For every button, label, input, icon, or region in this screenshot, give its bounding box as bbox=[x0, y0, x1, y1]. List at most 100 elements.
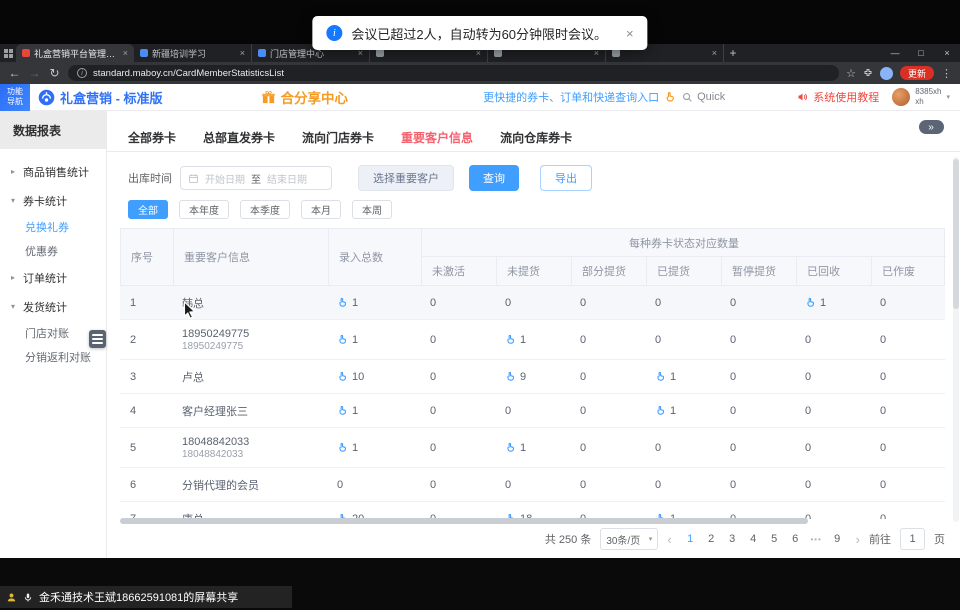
count-value: 0 bbox=[880, 479, 886, 491]
toast-text: 会议已超过2人，自动转为60分钟限时会议。 bbox=[351, 24, 607, 43]
tab-title: 礼盒营销平台管理中心 bbox=[34, 47, 119, 60]
sidebar-item[interactable]: ▾发货统计 bbox=[0, 292, 106, 321]
content-tab[interactable]: 重要客户信息 bbox=[401, 129, 473, 146]
tab-grid-icon[interactable] bbox=[0, 44, 16, 62]
page-number[interactable]: 5 bbox=[765, 529, 784, 549]
date-range-input[interactable]: 开始日期 至 结束日期 bbox=[180, 166, 332, 190]
page-number[interactable]: 6 bbox=[786, 529, 805, 549]
cell-total: 1 bbox=[327, 405, 420, 417]
bookmark-star-icon[interactable]: ☆ bbox=[846, 67, 856, 80]
next-page-button[interactable]: › bbox=[856, 532, 860, 547]
megaphone-icon bbox=[797, 91, 809, 103]
count-hand-icon[interactable] bbox=[505, 442, 516, 453]
forward-icon[interactable]: → bbox=[28, 66, 41, 80]
quick-filter-chip[interactable]: 本年度 bbox=[179, 200, 229, 219]
content-tab[interactable]: 流向门店券卡 bbox=[302, 129, 374, 146]
function-nav-toggle[interactable]: 功能 导航 bbox=[0, 84, 30, 111]
count-value: 0 bbox=[580, 442, 586, 454]
back-icon[interactable]: ← bbox=[8, 66, 21, 80]
vertical-scrollbar[interactable] bbox=[953, 157, 959, 522]
url-bar[interactable]: i standard.maboy.cn/CardMemberStatistics… bbox=[68, 65, 839, 81]
count-hand-icon[interactable] bbox=[337, 371, 348, 382]
window-close-button[interactable]: × bbox=[934, 44, 960, 62]
search-button[interactable]: 查询 bbox=[469, 165, 519, 191]
share-center-link[interactable]: 合分享中心 bbox=[261, 87, 349, 107]
count-hand-icon[interactable] bbox=[805, 297, 816, 308]
cell-status: 0 bbox=[870, 371, 945, 383]
count-value: 0 bbox=[337, 479, 343, 491]
count-hand-icon[interactable] bbox=[337, 442, 348, 453]
tab-close-icon[interactable]: × bbox=[123, 48, 128, 58]
maximize-button[interactable]: □ bbox=[908, 44, 934, 62]
count-hand-icon[interactable] bbox=[337, 405, 348, 416]
new-tab-button[interactable]: + bbox=[724, 44, 742, 62]
count-hand-icon[interactable] bbox=[505, 334, 516, 345]
select-customer-button[interactable]: 选择重要客户 bbox=[358, 165, 454, 191]
quick-filter-chip[interactable]: 全部 bbox=[128, 200, 168, 219]
count-hand-icon[interactable] bbox=[655, 405, 666, 416]
v-scrollbar-thumb[interactable] bbox=[953, 159, 959, 309]
page-number[interactable]: 3 bbox=[723, 529, 742, 549]
cell-total: 10 bbox=[327, 371, 420, 383]
horizontal-scrollbar[interactable] bbox=[120, 517, 945, 525]
collapse-panel-button[interactable]: » bbox=[919, 120, 944, 134]
table-header-status: 已提货 bbox=[646, 257, 721, 285]
cell-customer: 分销代理的会员 bbox=[172, 477, 327, 493]
sidebar-subitem[interactable]: 兑换礼券 bbox=[0, 215, 106, 239]
quick-filter-chip[interactable]: 本月 bbox=[301, 200, 341, 219]
sidebar-subitem[interactable]: 优惠券 bbox=[0, 239, 106, 263]
tab-close-icon[interactable]: × bbox=[240, 48, 245, 58]
browser-tab[interactable]: 新疆培训学习× bbox=[134, 44, 252, 62]
tab-close-icon[interactable]: × bbox=[712, 48, 717, 58]
page-number[interactable]: 4 bbox=[744, 529, 763, 549]
browser-profile-avatar[interactable] bbox=[880, 67, 893, 80]
refresh-icon[interactable]: ↻ bbox=[48, 66, 61, 80]
sidebar-item[interactable]: ▾券卡统计 bbox=[0, 186, 106, 215]
sidebar-item[interactable]: ▸订单统计 bbox=[0, 263, 106, 292]
extensions-icon[interactable] bbox=[863, 68, 873, 78]
cell-status: 0 bbox=[570, 334, 645, 346]
date-filter-label: 出库时间 bbox=[128, 170, 172, 186]
minimize-button[interactable]: — bbox=[882, 44, 908, 62]
page-number[interactable]: 9 bbox=[828, 529, 847, 549]
user-menu[interactable]: 8385xh xh ▾ bbox=[892, 87, 960, 106]
sidebar-item[interactable]: ▸商品销售统计 bbox=[0, 157, 106, 186]
count-hand-icon[interactable] bbox=[337, 334, 348, 345]
browser-tab[interactable]: 礼盒营销平台管理中心 × bbox=[16, 44, 134, 62]
export-button[interactable]: 导出 bbox=[540, 165, 592, 191]
cell-customer: 1895024977518950249775 bbox=[172, 328, 327, 352]
content-tab[interactable]: 流向仓库券卡 bbox=[500, 129, 572, 146]
page-number[interactable]: 2 bbox=[702, 529, 721, 549]
tutorial-link[interactable]: 系统使用教程 bbox=[797, 89, 879, 105]
cell-customer: 客户经理张三 bbox=[172, 403, 327, 419]
count-hand-icon[interactable] bbox=[337, 297, 348, 308]
goto-page-input[interactable] bbox=[900, 528, 925, 550]
count-hand-icon[interactable] bbox=[505, 371, 516, 382]
tutorial-label: 系统使用教程 bbox=[813, 89, 879, 105]
date-separator: 至 bbox=[251, 171, 261, 186]
browser-menu-icon[interactable]: ⋮ bbox=[941, 67, 952, 80]
sidebar-drag-handle[interactable] bbox=[89, 330, 106, 348]
site-info-icon[interactable]: i bbox=[77, 68, 87, 78]
toast-close-icon[interactable]: × bbox=[626, 26, 634, 41]
content-tab-bar: 全部券卡 总部直发券卡 流向门店券卡 重要客户信息 流向仓库券卡 bbox=[107, 124, 960, 152]
user-avatar bbox=[892, 88, 910, 106]
quick-filter-chip[interactable]: 本季度 bbox=[240, 200, 290, 219]
quick-filter-chip[interactable]: 本周 bbox=[352, 200, 392, 219]
quick-search[interactable]: Quick bbox=[682, 91, 725, 103]
h-scrollbar-thumb[interactable] bbox=[120, 518, 808, 524]
content-tab[interactable]: 全部券卡 bbox=[128, 129, 176, 146]
sidebar-title: 数据报表 bbox=[0, 111, 106, 149]
browser-update-button[interactable]: 更新 bbox=[900, 66, 934, 80]
content-tab[interactable]: 总部直发券卡 bbox=[203, 129, 275, 146]
page-size-select[interactable]: 30条/页 ▾ bbox=[600, 528, 658, 550]
count-hand-icon[interactable] bbox=[655, 371, 666, 382]
page-numbers: 123456•••9 bbox=[681, 529, 847, 549]
count-value: 1 bbox=[352, 297, 358, 309]
count-value: 0 bbox=[430, 405, 436, 417]
cell-total: 1 bbox=[327, 442, 420, 454]
prev-page-button[interactable]: ‹ bbox=[667, 532, 671, 547]
count-value: 0 bbox=[430, 442, 436, 454]
sidebar-subitem[interactable]: 分销返利对账 bbox=[0, 345, 106, 369]
page-number[interactable]: 1 bbox=[681, 529, 700, 549]
